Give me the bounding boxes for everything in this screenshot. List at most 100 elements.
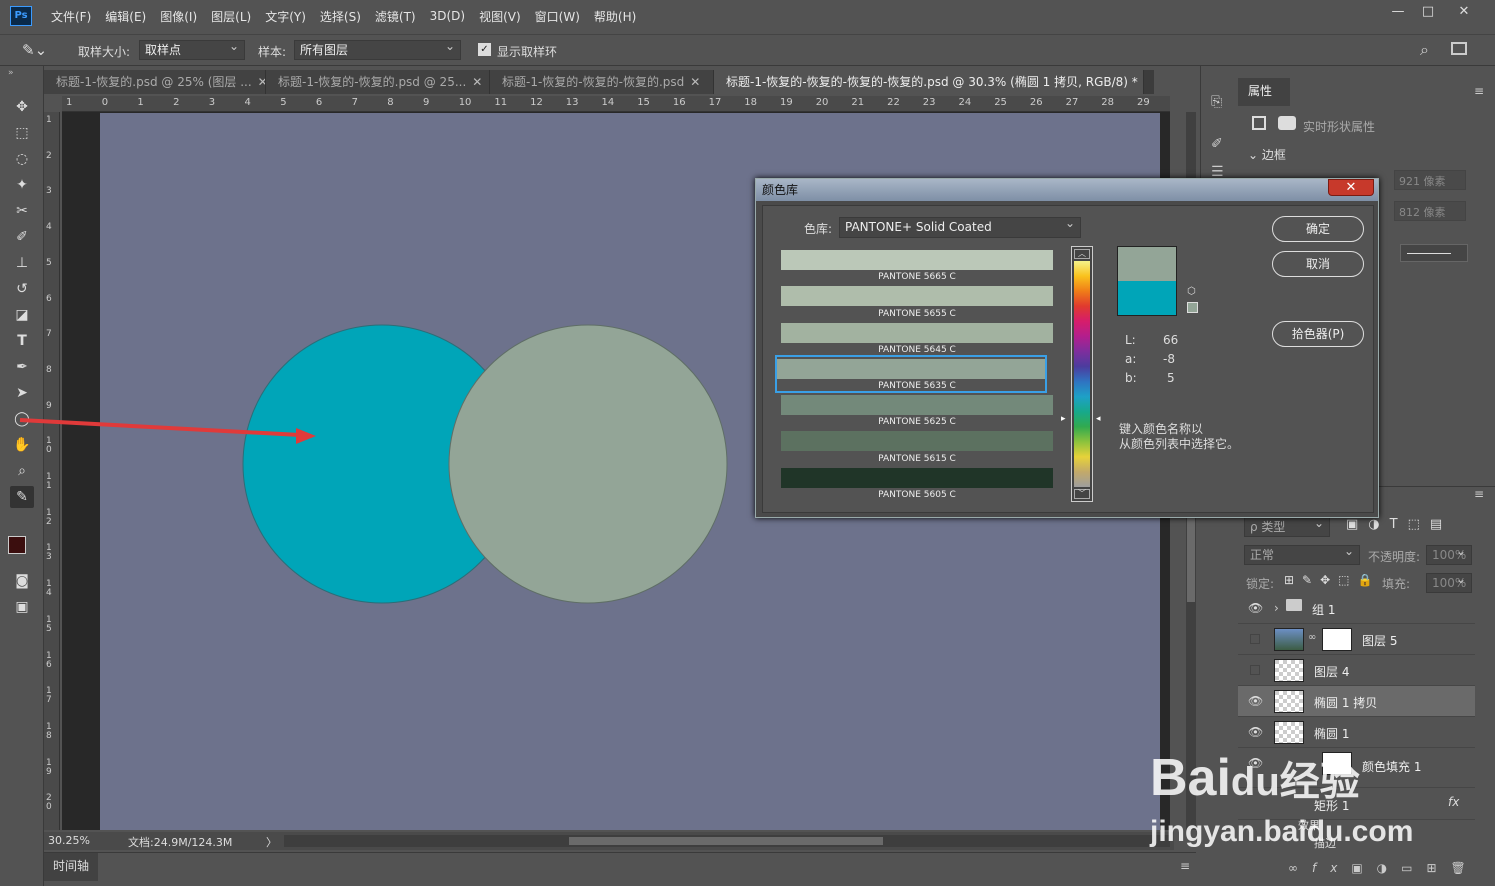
properties-tab[interactable]: 属性 (1238, 78, 1290, 106)
spectrum-pointer-left-icon[interactable]: ▸ (1061, 414, 1066, 424)
opacity-field[interactable]: 100% (1426, 542, 1472, 565)
fill-field[interactable]: 100% (1426, 570, 1472, 593)
layer-row-layer4[interactable]: 图层 4 (1238, 655, 1475, 686)
menu-select[interactable]: 选择(S) (313, 8, 368, 25)
visibility-eye-icon[interactable]: 👁 (1248, 694, 1263, 708)
menu-layer[interactable]: 图层(L) (204, 8, 258, 25)
menu-window[interactable]: 窗口(W) (528, 8, 587, 25)
expand-chevron-icon[interactable]: › (1274, 601, 1279, 615)
tab-close-icon[interactable]: ✕ (472, 75, 482, 89)
tab-document-2[interactable]: 标题-1-恢复的-恢复的.psd @ 25... ✕ (266, 70, 490, 94)
library-select[interactable]: PANTONE+ Solid Coated (839, 214, 1081, 238)
screen-mode-icon[interactable]: ▣ (10, 596, 34, 618)
tab-close-icon[interactable]: ✕ (690, 75, 700, 89)
menu-filter[interactable]: 滤镜(T) (368, 8, 423, 25)
eyedropper-preset-icon[interactable]: ✎⌄ (22, 41, 47, 59)
marquee-tool-icon[interactable]: ⬚ (10, 122, 34, 144)
zoom-tool-icon[interactable]: ⌕ (10, 460, 34, 482)
stamp-tool-icon[interactable]: ⊥ (10, 252, 34, 274)
menu-view[interactable]: 视图(V) (472, 8, 528, 25)
layer-actions-bar[interactable]: ∞fx▣◑▭⊞🗑 (1288, 861, 1480, 875)
lock-icons[interactable]: ⊞✎✥⬚🔒 (1284, 573, 1380, 587)
brush-tool-icon[interactable]: ✐ (10, 226, 34, 248)
layer-filter-select[interactable]: ρ 类型 (1244, 514, 1330, 537)
color-spectrum-slider[interactable]: ︿ ﹀ (1071, 246, 1093, 502)
swatch-5645[interactable] (781, 323, 1053, 343)
layer-row-ellipse1[interactable]: 👁 椭圆 1 (1238, 717, 1475, 748)
tab-document-active[interactable]: 标题-1-恢复的-恢复的-恢复的-恢复的.psd @ 30.3% (椭圆 1 拷… (714, 70, 1144, 94)
lasso-tool-icon[interactable]: ◌ (10, 148, 34, 170)
history-panel-icon[interactable]: ⎘ (1211, 94, 1222, 110)
ruler-tick-label: 3 (208, 97, 216, 108)
visibility-eye-icon[interactable]: 👁 (1248, 725, 1263, 739)
spectrum-bar[interactable] (1074, 261, 1090, 487)
gamut-warning-icon[interactable]: ⬡ (1187, 286, 1196, 297)
width-field[interactable]: 921 像素 (1394, 170, 1466, 190)
ruler-tick-label: 11 (494, 97, 508, 108)
timeline-tab[interactable]: 时间轴 (44, 853, 98, 881)
swatch-5625[interactable] (781, 395, 1053, 415)
history-brush-icon[interactable]: ↺ (10, 278, 34, 300)
workspace-icon[interactable] (1451, 42, 1467, 55)
menu-help[interactable]: 帮助(H) (587, 8, 643, 25)
search-icon[interactable]: ⌕ (1420, 40, 1429, 60)
crop-tool-icon[interactable]: ✂ (10, 200, 34, 222)
pen-tool-icon[interactable]: ✒ (10, 356, 34, 378)
type-tool-icon[interactable]: T (10, 330, 34, 352)
scroll-down-icon[interactable]: ﹀ (1074, 489, 1090, 499)
scroll-up-icon[interactable]: ︿ (1074, 249, 1090, 259)
tab-document-3[interactable]: 标题-1-恢复的-恢复的-恢复的.psd ✕ (490, 70, 714, 94)
tab-close-icon[interactable]: ✕ (258, 75, 265, 89)
cancel-button[interactable]: 取消 (1272, 251, 1364, 277)
maximize-button[interactable]: □ (1415, 2, 1441, 22)
move-tool-icon[interactable]: ✥ (10, 96, 34, 118)
swatch-5605[interactable] (781, 468, 1053, 488)
swatch-5665[interactable] (781, 250, 1053, 270)
swatch-5655[interactable] (781, 286, 1053, 306)
zoom-level[interactable]: 30.25% (48, 834, 90, 847)
tab-document-1[interactable]: 标题-1-恢复的.psd @ 25% (图层 ...✕ (44, 70, 266, 94)
panel-menu-icon[interactable]: ≡ (1474, 84, 1484, 98)
border-section[interactable]: ⌄ 边框 (1248, 146, 1286, 163)
close-window-button[interactable]: ✕ (1451, 2, 1477, 22)
visibility-off-box[interactable] (1250, 665, 1260, 675)
collapse-icon[interactable]: » (8, 68, 14, 78)
sample-size-select[interactable]: 取样点 (139, 37, 245, 60)
status-menu-arrow[interactable]: 〉 (266, 834, 277, 850)
eraser-tool-icon[interactable]: ◪ (10, 304, 34, 326)
blend-mode-select[interactable]: 正常 (1244, 542, 1360, 565)
brush-panel-icon[interactable]: ✐ (1211, 136, 1223, 152)
spectrum-pointer-right-icon[interactable]: ◂ (1096, 414, 1101, 424)
quick-mask-icon[interactable]: ◙ (10, 570, 34, 592)
layer-row-group1[interactable]: 👁 › 组 1 (1238, 593, 1475, 624)
menu-file[interactable]: 文件(F) (44, 8, 98, 25)
layer-row-ellipse1-copy[interactable]: 👁 椭圆 1 拷贝 (1238, 686, 1475, 717)
fx-icon[interactable]: fx (1448, 795, 1459, 809)
ok-button[interactable]: 确定 (1272, 216, 1364, 242)
menu-edit[interactable]: 编辑(E) (98, 8, 153, 25)
foreground-color-swatch[interactable] (8, 536, 26, 554)
swatch-5635-selected[interactable] (777, 359, 1045, 379)
dialog-close-button[interactable]: ✕ (1328, 179, 1374, 196)
menu-type[interactable]: 文字(Y) (258, 8, 313, 25)
swatch-5615[interactable] (781, 431, 1053, 451)
minimize-button[interactable]: — (1385, 2, 1411, 22)
menu-3d[interactable]: 3D(D) (423, 9, 472, 23)
horizontal-scrollbar[interactable] (284, 835, 1170, 847)
panel-menu-icon[interactable]: ≡ (1180, 859, 1190, 873)
visibility-eye-icon[interactable]: 👁 (1248, 601, 1263, 615)
sample-select[interactable]: 所有图层 (294, 37, 461, 60)
mask-icon (1278, 116, 1296, 130)
web-safe-swatch[interactable] (1187, 302, 1198, 313)
filter-icons[interactable]: ▣◑T⬚▤ (1346, 517, 1452, 532)
menu-image[interactable]: 图像(I) (153, 8, 204, 25)
panel-menu-icon[interactable]: ≡ (1474, 487, 1484, 501)
magic-wand-tool-icon[interactable]: ✦ (10, 174, 34, 196)
show-ring-checkbox[interactable]: ✓ (478, 43, 491, 56)
layer-row-layer5[interactable]: ∞ 图层 5 (1238, 624, 1475, 655)
visibility-off-box[interactable] (1250, 634, 1260, 644)
eyedropper-tool-icon[interactable]: ✎ (10, 486, 34, 508)
height-field[interactable]: 812 像素 (1394, 201, 1466, 221)
color-picker-button[interactable]: 拾色器(P) (1272, 321, 1364, 347)
stroke-style-select[interactable] (1400, 244, 1468, 262)
